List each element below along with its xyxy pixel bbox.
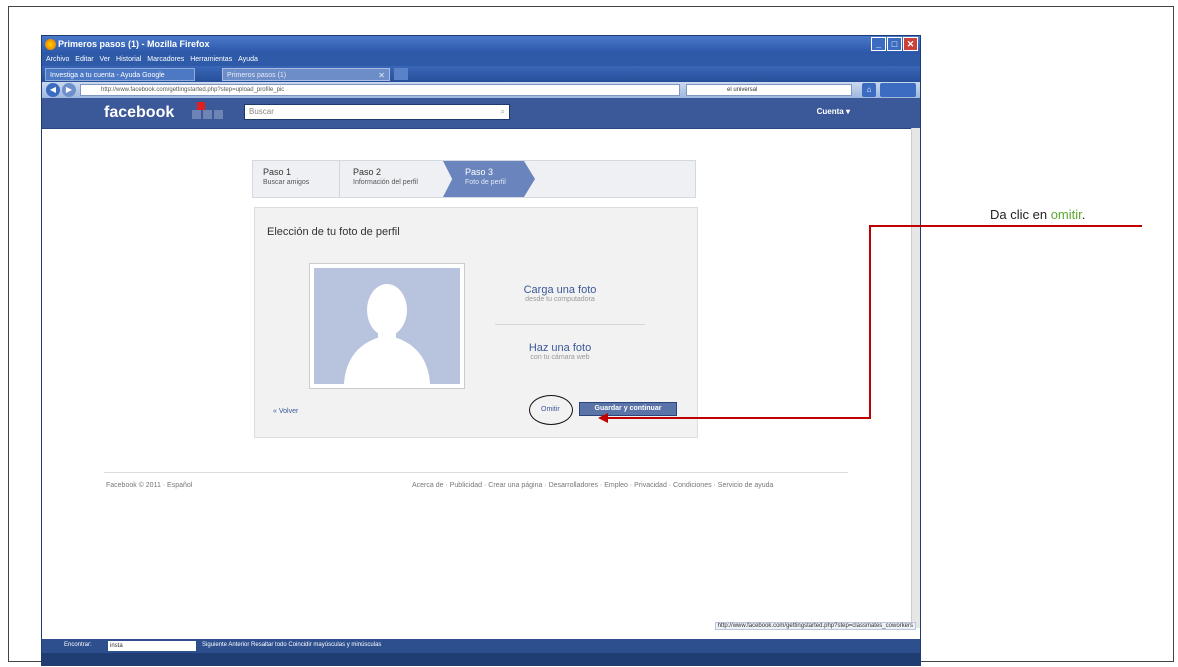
page-scrollbar[interactable] bbox=[911, 128, 920, 628]
profile-photo-placeholder bbox=[309, 263, 465, 389]
notifications-icon[interactable] bbox=[214, 110, 223, 119]
window-title: Primeros pasos (1) - Mozilla Firefox bbox=[58, 39, 210, 49]
notification-badge bbox=[197, 102, 205, 110]
tab-close-icon[interactable]: ✕ bbox=[378, 69, 385, 82]
back-link[interactable]: « Volver bbox=[273, 408, 298, 415]
minimize-button[interactable]: _ bbox=[871, 37, 886, 51]
menu-item-ayuda[interactable]: Ayuda bbox=[238, 56, 258, 63]
step-description: Información del perfil bbox=[353, 179, 418, 186]
forward-arrow-icon[interactable]: ▶ bbox=[62, 83, 76, 97]
step-number: Paso 2 bbox=[353, 167, 382, 177]
instruction-callout: Da clic en omitir. bbox=[990, 207, 1085, 222]
footer-copyright[interactable]: Facebook © 2011 · Español bbox=[106, 482, 192, 489]
step-number: Paso 3 bbox=[465, 167, 494, 177]
step-divider bbox=[339, 161, 340, 197]
facebook-header: facebook Buscar ⌕ Cuenta ▾ bbox=[42, 98, 920, 129]
menu-item-archivo[interactable]: Archivo bbox=[46, 56, 69, 63]
panel-title: Elección de tu foto de perfil bbox=[267, 226, 400, 238]
save-continue-button[interactable]: Guardar y continuar bbox=[579, 402, 677, 416]
step-number: Paso 1 bbox=[263, 167, 292, 177]
facebook-search-input[interactable]: Buscar ⌕ bbox=[244, 104, 510, 120]
take-photo-option[interactable]: Haz una foto con tu cámara web bbox=[485, 342, 635, 361]
menu-item-herramientas[interactable]: Herramientas bbox=[190, 56, 232, 63]
callout-highlight: omitir bbox=[1050, 207, 1082, 222]
footer-links[interactable]: Acerca de · Publicidad · Crear una págin… bbox=[412, 482, 773, 489]
tab-label: Investiga a tu cuenta - Ayuda Google bbox=[50, 72, 165, 79]
find-options[interactable]: Siguiente Anterior Resaltar todo Coincid… bbox=[202, 642, 381, 648]
step-1[interactable]: Paso 1 Buscar amigos bbox=[263, 167, 309, 186]
browser-search-input[interactable]: el universal bbox=[686, 84, 852, 96]
new-tab-button[interactable] bbox=[394, 68, 408, 80]
menu-item-historial[interactable]: Historial bbox=[116, 56, 141, 63]
facebook-logo[interactable]: facebook bbox=[104, 104, 174, 122]
window-titlebar: Primeros pasos (1) - Mozilla Firefox _ □… bbox=[42, 36, 920, 54]
upload-photo-subtext: desde tu computadora bbox=[525, 296, 595, 303]
step-description: Foto de perfil bbox=[465, 179, 506, 186]
callout-period: . bbox=[1081, 207, 1086, 222]
account-menu[interactable]: Cuenta ▾ bbox=[817, 107, 850, 116]
find-input-value: insta bbox=[110, 643, 123, 649]
default-avatar-icon bbox=[314, 268, 460, 384]
options-divider bbox=[495, 324, 645, 325]
tab-label: Primeros pasos (1) bbox=[227, 72, 287, 79]
facebook-search-placeholder: Buscar bbox=[249, 107, 274, 116]
upload-photo-option[interactable]: Carga una foto desde tu computadora bbox=[485, 284, 635, 303]
tab-bar: Investiga a tu cuenta - Ayuda Google Pri… bbox=[42, 66, 920, 82]
figure-frame: Primeros pasos (1) - Mozilla Firefox _ □… bbox=[8, 6, 1174, 666]
step-description: Buscar amigos bbox=[263, 179, 310, 186]
take-photo-subtext: con tu cámara web bbox=[530, 354, 590, 361]
upload-photo-link[interactable]: Carga una foto bbox=[485, 284, 635, 296]
take-photo-link[interactable]: Haz una foto bbox=[485, 342, 635, 354]
footer-divider bbox=[104, 472, 848, 473]
tab-investiga[interactable]: Investiga a tu cuenta - Ayuda Google bbox=[45, 68, 195, 81]
setup-steps: Paso 1 Buscar amigos Paso 2 Información … bbox=[252, 160, 696, 198]
menu-bar: Archivo Editar Ver Historial Marcadores … bbox=[42, 54, 920, 66]
browser-screenshot: Primeros pasos (1) - Mozilla Firefox _ □… bbox=[41, 35, 921, 666]
status-bar bbox=[42, 653, 920, 665]
skip-link[interactable]: Omitir bbox=[541, 406, 560, 413]
find-input[interactable]: insta bbox=[108, 641, 196, 651]
friend-requests-icon[interactable] bbox=[192, 110, 201, 119]
search-icon[interactable]: ⌕ bbox=[501, 105, 505, 119]
callout-text: Da clic en bbox=[990, 207, 1051, 222]
back-arrow-icon[interactable]: ◀ bbox=[46, 83, 60, 97]
find-bar: Encontrar: insta Siguiente Anterior Resa… bbox=[42, 639, 920, 653]
menu-item-marcadores[interactable]: Marcadores bbox=[147, 56, 184, 63]
url-input[interactable]: http://www.facebook.com/gettingstarted.p… bbox=[80, 84, 680, 96]
menu-item-ver[interactable]: Ver bbox=[100, 56, 111, 63]
find-label: Encontrar: bbox=[64, 642, 92, 648]
home-icon[interactable]: ⌂ bbox=[862, 83, 876, 97]
maximize-button[interactable]: □ bbox=[887, 37, 902, 51]
tab-primeros-pasos[interactable]: Primeros pasos (1) ✕ bbox=[222, 68, 390, 81]
step-2[interactable]: Paso 2 Información del perfil bbox=[353, 167, 418, 186]
firefox-icon bbox=[45, 39, 56, 50]
navigation-bar: ◀ ▶ http://www.facebook.com/gettingstart… bbox=[42, 82, 920, 98]
menu-item-editar[interactable]: Editar bbox=[75, 56, 93, 63]
url-text: http://www.facebook.com/gettingstarted.p… bbox=[101, 87, 285, 93]
status-link-url: http://www.facebook.com/gettingstarted.p… bbox=[714, 622, 916, 630]
browser-search-text: el universal bbox=[727, 87, 758, 93]
close-button[interactable]: ✕ bbox=[903, 37, 918, 51]
profile-photo-panel: Elección de tu foto de perfil Carga una … bbox=[254, 207, 698, 438]
messages-icon[interactable] bbox=[203, 110, 212, 119]
toolbar-extra-button[interactable] bbox=[880, 83, 916, 97]
step-3[interactable]: Paso 3 Foto de perfil bbox=[465, 167, 506, 186]
window-controls: _ □ ✕ bbox=[871, 37, 918, 51]
